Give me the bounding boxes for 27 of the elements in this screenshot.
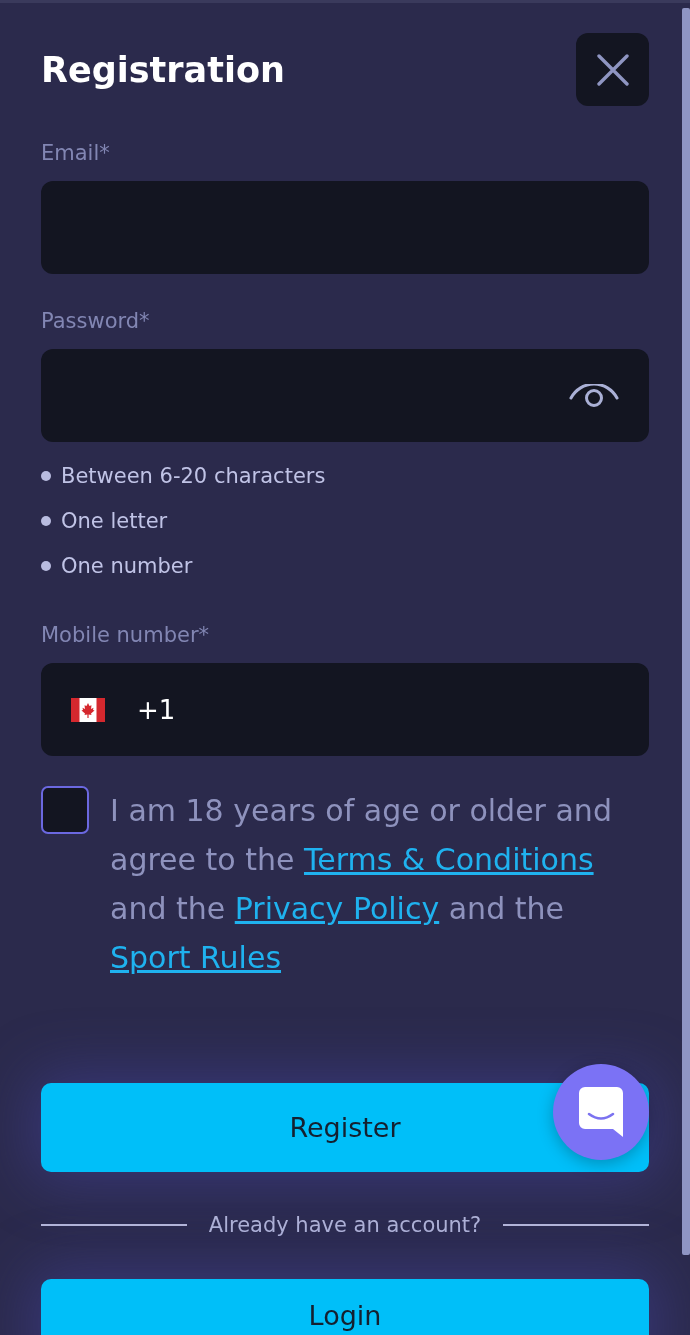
password-field[interactable]	[41, 349, 649, 442]
close-icon	[596, 53, 629, 86]
field-label: Email*	[41, 140, 110, 167]
bullet-icon	[41, 560, 51, 571]
eye-icon[interactable]	[569, 383, 619, 408]
field-label: Mobile number*	[41, 622, 210, 649]
consent-link[interactable]: Terms & Conditions	[304, 842, 594, 877]
password-hint: One number	[61, 552, 193, 580]
flag-icon[interactable]	[71, 697, 105, 722]
dialog-title: Registration	[41, 48, 285, 92]
consent-link[interactable]: Sport Rules	[110, 940, 281, 975]
consent-link[interactable]: Privacy Policy	[234, 891, 440, 926]
close-button[interactable]	[576, 33, 649, 106]
field-label: Password*	[41, 308, 150, 335]
email-field[interactable]	[41, 181, 649, 274]
scrollbar[interactable]	[682, 8, 690, 1255]
chat-bubble-icon	[579, 1087, 623, 1137]
password-hint: One letter	[61, 507, 168, 535]
phone-code: +1	[137, 693, 176, 727]
consent-checkbox[interactable]	[41, 786, 89, 834]
consent-text: I am 18 years of age or older and agree to the Terms & Conditions and the Privacy Policy and the Sport Rules	[110, 792, 613, 977]
divider-text: Already have an account?	[208, 1212, 482, 1239]
login-button[interactable]: Login	[41, 1279, 649, 1335]
phone-field[interactable]: +1	[41, 663, 649, 756]
bullet-icon	[41, 515, 51, 526]
password-hint: Between 6-20 characters	[61, 462, 326, 490]
bullet-icon	[41, 470, 51, 481]
